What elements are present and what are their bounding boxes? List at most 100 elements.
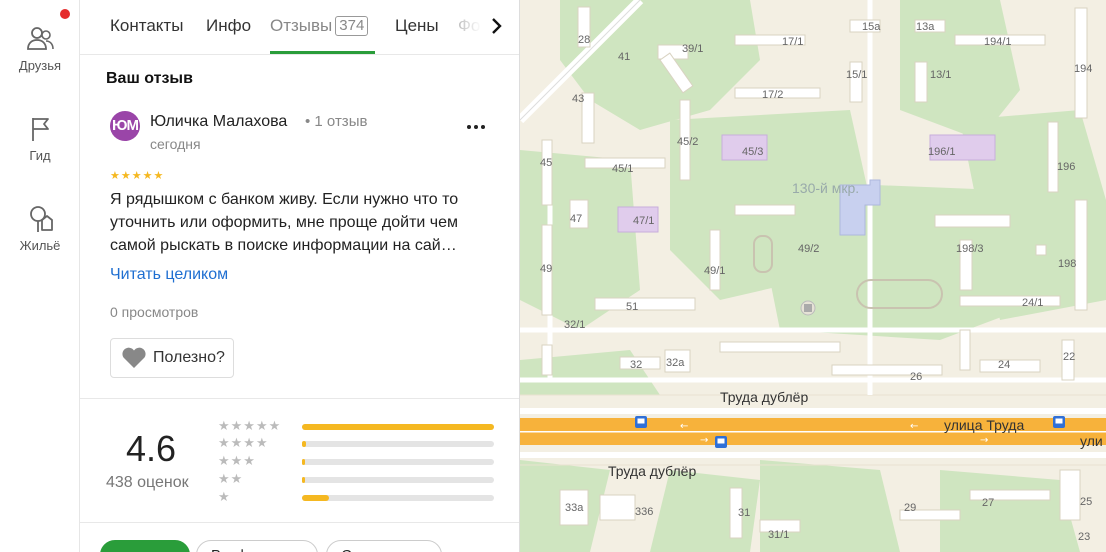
rating-distribution-row: ★★★ <box>218 453 498 469</box>
app-window: Друзья Гид Жильё Контакты Инфо Отзывы 374… <box>0 0 1106 552</box>
house-number: 49 <box>540 263 552 275</box>
house-number: 31 <box>738 507 750 519</box>
house-number: 336 <box>635 506 653 518</box>
house-number: 33a <box>565 502 584 514</box>
svg-text:←: ← <box>910 421 918 432</box>
street-label: ули <box>1080 433 1103 449</box>
tab-contacts[interactable]: Контакты <box>110 16 183 36</box>
house-number: 47 <box>570 213 582 225</box>
house-number: 28 <box>578 34 590 46</box>
street-label: Труда дублёр <box>720 389 808 405</box>
house-number: 49/1 <box>704 265 725 277</box>
rating-value: 4.6 <box>126 428 177 469</box>
house-number: 51 <box>626 301 638 313</box>
house-number: 49/2 <box>798 243 819 255</box>
rating-row-stars: ★★★ <box>218 453 256 468</box>
svg-text:→: → <box>700 435 708 446</box>
review-text: Я рядышком с банком живу. Если нужно что… <box>110 191 459 254</box>
house-number: 24 <box>998 359 1010 371</box>
active-tab-indicator <box>270 51 375 54</box>
filter-chip-3[interactable]: С <box>326 540 442 552</box>
house-number: 32 <box>630 359 642 371</box>
rating-bar-fill <box>302 441 306 447</box>
rating-bar-fill <box>302 459 305 465</box>
street-label: улица Труда <box>944 417 1024 433</box>
rating-bar-track <box>302 495 494 501</box>
tab-reviews[interactable]: Отзывы 374 <box>270 16 369 36</box>
house-number: 32a <box>666 357 685 369</box>
house-number: 29 <box>904 502 916 514</box>
filter-chip-2[interactable]: Вы ф <box>196 540 318 552</box>
reviews-count-badge: 374 <box>335 16 369 36</box>
rating-bar-track <box>302 459 494 465</box>
rating-bar-fill <box>302 477 305 483</box>
tab-bar: Контакты Инфо Отзывы374 Цены Фо <box>80 0 519 55</box>
house-number: 47/1 <box>633 215 654 227</box>
divider <box>80 398 519 399</box>
tab-prices[interactable]: Цены <box>395 16 439 36</box>
house-number: 45/2 <box>677 136 698 148</box>
left-rail: Друзья Гид Жильё <box>0 0 80 552</box>
house-number: 15a <box>862 21 881 33</box>
district-label: 130-й мкр. <box>792 180 859 196</box>
house-number: 24/1 <box>1022 297 1043 309</box>
rating-distribution-row: ★★★★ <box>218 435 498 451</box>
filter-chip-1[interactable] <box>100 540 190 552</box>
rating-row-stars: ★★ <box>218 471 244 486</box>
house-number: 13a <box>916 21 935 33</box>
section-title: Ваш отзыв <box>106 70 193 87</box>
house-number: 45/3 <box>742 146 763 158</box>
review-date: сегодня <box>150 136 201 152</box>
house-number: 41 <box>618 51 630 63</box>
chevron-right-icon[interactable] <box>485 14 509 38</box>
rating-count: 438 оценок <box>106 474 189 491</box>
rating-row-stars: ★★★★★ <box>218 418 282 433</box>
house-number: 25 <box>1080 496 1092 508</box>
tab-info[interactable]: Инфо <box>206 16 251 36</box>
house-number: 31/1 <box>768 529 789 541</box>
house-number: 23 <box>1078 531 1090 543</box>
rail-item-label: Друзья <box>18 58 62 73</box>
notification-dot <box>60 9 70 19</box>
author-review-count: • 1 отзыв <box>305 113 368 130</box>
useful-label: Полезно? <box>153 349 225 366</box>
house-number: 43 <box>572 93 584 105</box>
house-number: 17/1 <box>782 36 803 48</box>
map-view[interactable]: 130-й мкр. Труда дублёр улица Труда Труд… <box>520 0 1106 552</box>
rail-item-label: Гид <box>29 148 51 163</box>
house-number: 194 <box>1074 63 1092 75</box>
friends-icon <box>27 27 54 50</box>
flag-icon <box>32 118 49 141</box>
more-options-icon[interactable] <box>462 115 490 139</box>
house-number: 196/1 <box>928 146 956 158</box>
street-label: Труда дублёр <box>608 463 696 479</box>
views-count: 0 просмотров <box>110 304 199 320</box>
house-number: 27 <box>982 497 994 509</box>
house-number: 198/3 <box>956 243 984 255</box>
rating-distribution-row: ★★ <box>218 471 498 487</box>
house-number: 26 <box>910 371 922 383</box>
rail-item-friends[interactable]: Друзья <box>0 24 80 73</box>
rating-bar-fill <box>302 424 494 430</box>
rating-row-stars: ★ <box>218 489 231 504</box>
tree-house-icon <box>30 206 53 232</box>
map-canvas[interactable]: 130-й мкр. Труда дублёр улица Труда Труд… <box>520 0 1106 552</box>
review-panel: Контакты Инфо Отзывы374 Цены Фо Ваш отзы… <box>80 0 520 552</box>
poi-icon[interactable] <box>800 300 816 316</box>
tab-label: Отзывы <box>270 16 333 35</box>
house-number: 45/1 <box>612 163 633 175</box>
house-number: 194/1 <box>984 36 1012 48</box>
avatar[interactable]: ЮМ <box>110 111 140 141</box>
house-number: 196 <box>1057 161 1075 173</box>
useful-button[interactable]: Полезно? <box>110 338 234 378</box>
rating-bar-track <box>302 477 494 483</box>
divider <box>80 522 519 523</box>
read-more-link[interactable]: Читать целиком <box>110 266 228 284</box>
rail-item-guide[interactable]: Гид <box>0 114 80 163</box>
author-name[interactable]: Юличка Малахова <box>150 113 287 131</box>
house-number: 22 <box>1063 351 1075 363</box>
house-number: 32/1 <box>564 319 585 331</box>
heart-icon <box>122 347 146 368</box>
rating-bar-track <box>302 424 494 430</box>
rail-item-housing[interactable]: Жильё <box>0 204 80 253</box>
